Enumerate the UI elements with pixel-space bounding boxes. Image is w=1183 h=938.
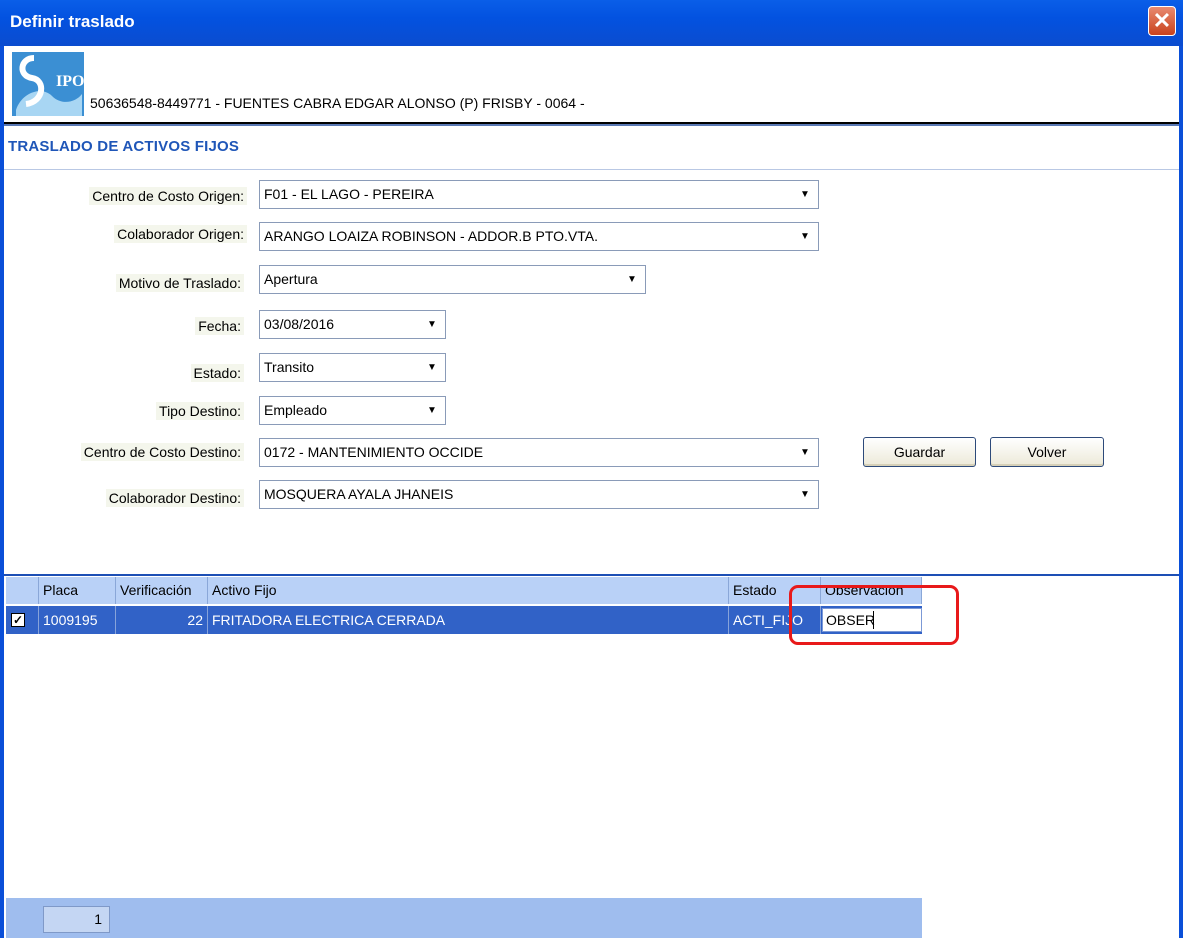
centro-destino-label: Centro de Costo Destino: bbox=[80, 443, 244, 461]
volver-button[interactable]: Volver bbox=[990, 437, 1104, 467]
table-row[interactable]: ✓ 1009195 22 FRITADORA ELECTRICA CERRADA… bbox=[6, 606, 922, 634]
close-icon[interactable]: ✕ bbox=[1148, 6, 1176, 36]
sipo-logo: IPO bbox=[12, 52, 84, 116]
chevron-down-icon[interactable]: ▼ bbox=[422, 400, 442, 421]
chevron-down-icon[interactable]: ▼ bbox=[795, 484, 815, 505]
fecha-value: 03/08/2016 bbox=[264, 316, 335, 332]
cell-activo[interactable]: FRITADORA ELECTRICA CERRADA bbox=[208, 606, 729, 634]
centro-origen-value: F01 - EL LAGO - PEREIRA bbox=[264, 186, 434, 202]
centro-origen-label: Centro de Costo Origen: bbox=[89, 187, 247, 205]
chevron-down-icon[interactable]: ▼ bbox=[795, 184, 815, 205]
col-header-activo[interactable]: Activo Fijo bbox=[208, 577, 729, 604]
row-checkbox[interactable]: ✓ bbox=[11, 613, 25, 627]
tipo-destino-label: Tipo Destino: bbox=[156, 402, 244, 420]
motivo-select[interactable]: Apertura ▼ bbox=[259, 265, 646, 294]
colaborador-destino-select[interactable]: MOSQUERA AYALA JHANEIS ▼ bbox=[259, 480, 819, 509]
section-title: TRASLADO DE ACTIVOS FIJOS bbox=[8, 138, 240, 155]
estado-select[interactable]: Transito ▼ bbox=[259, 353, 446, 382]
user-info: 50636548-8449771 - FUENTES CABRA EDGAR A… bbox=[90, 95, 585, 111]
grid-footer bbox=[6, 898, 922, 938]
estado-value: Transito bbox=[264, 359, 315, 375]
centro-destino-value: 0172 - MANTENIMIENTO OCCIDE bbox=[264, 444, 484, 460]
colaborador-origen-value: ARANGO LOAIZA ROBINSON - ADDOR.B PTO.VTA… bbox=[264, 228, 598, 244]
highlight-annotation bbox=[789, 585, 959, 645]
colaborador-destino-label: Colaborador Destino: bbox=[105, 489, 244, 507]
colaborador-destino-value: MOSQUERA AYALA JHANEIS bbox=[264, 486, 454, 502]
window-title: Definir traslado bbox=[10, 12, 135, 31]
chevron-down-icon[interactable]: ▼ bbox=[422, 314, 442, 335]
section-divider bbox=[4, 169, 1179, 170]
grid-header: Placa Verificación Activo Fijo Estado Ob… bbox=[6, 577, 922, 604]
chevron-down-icon[interactable]: ▼ bbox=[422, 357, 442, 378]
chevron-down-icon[interactable]: ▼ bbox=[795, 226, 815, 247]
fecha-label: Fecha: bbox=[195, 317, 244, 335]
motivo-value: Apertura bbox=[264, 271, 318, 287]
page-indicator[interactable]: 1 bbox=[43, 906, 110, 933]
chevron-down-icon[interactable]: ▼ bbox=[795, 442, 815, 463]
header-divider bbox=[4, 122, 1179, 126]
motivo-label: Motivo de Traslado: bbox=[115, 274, 244, 292]
chevron-down-icon[interactable]: ▼ bbox=[622, 269, 642, 290]
row-check-cell: ✓ bbox=[6, 606, 39, 634]
logo-text: IPO bbox=[56, 73, 84, 90]
centro-origen-select[interactable]: F01 - EL LAGO - PEREIRA ▼ bbox=[259, 180, 819, 209]
col-header-verificacion[interactable]: Verificación bbox=[116, 577, 208, 604]
tipo-destino-value: Empleado bbox=[264, 402, 328, 418]
colaborador-origen-label: Colaborador Origen: bbox=[114, 225, 247, 243]
fecha-picker[interactable]: 03/08/2016 ▼ bbox=[259, 310, 446, 339]
col-header-placa[interactable]: Placa bbox=[39, 577, 116, 604]
guardar-button[interactable]: Guardar bbox=[863, 437, 976, 467]
title-bar: Definir traslado ✕ bbox=[0, 0, 1183, 46]
grid-header-check bbox=[6, 577, 39, 604]
colaborador-origen-select[interactable]: ARANGO LOAIZA ROBINSON - ADDOR.B PTO.VTA… bbox=[259, 222, 819, 251]
cell-placa[interactable]: 1009195 bbox=[39, 606, 116, 634]
estado-label: Estado: bbox=[190, 364, 244, 382]
cell-verificacion[interactable]: 22 bbox=[116, 606, 208, 634]
tipo-destino-select[interactable]: Empleado ▼ bbox=[259, 396, 446, 425]
centro-destino-select[interactable]: 0172 - MANTENIMIENTO OCCIDE ▼ bbox=[259, 438, 819, 467]
